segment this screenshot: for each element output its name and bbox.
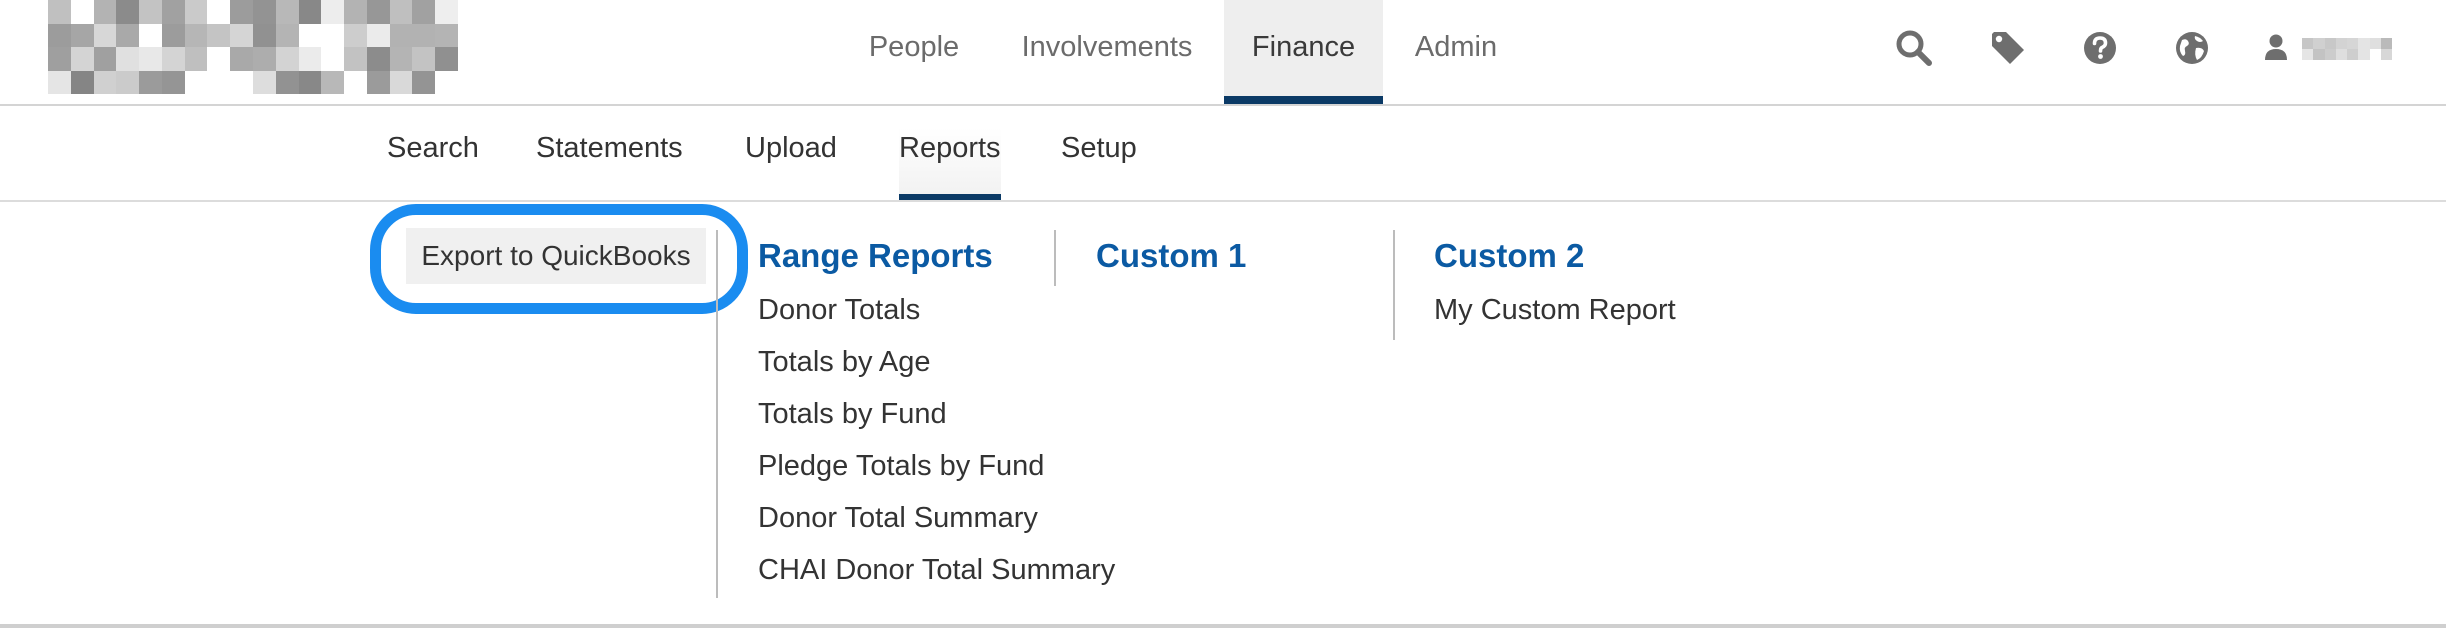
report-link-pledge-totals-by-fund[interactable]: Pledge Totals by Fund (758, 440, 1115, 492)
tag-icon[interactable] (1988, 28, 2028, 68)
help-icon[interactable] (2080, 28, 2120, 68)
report-link-donor-total-summary[interactable]: Donor Total Summary (758, 492, 1115, 544)
custom-2-column: Custom 2 My Custom Report (1434, 228, 1676, 336)
main-nav-involvements[interactable]: Involvements (1000, 0, 1214, 104)
export-to-quickbooks-button[interactable]: Export to QuickBooks (406, 228, 706, 284)
report-link-totals-by-age[interactable]: Totals by Age (758, 336, 1115, 388)
custom-1-column: Custom 1 (1096, 228, 1246, 284)
subnav-reports[interactable]: Reports (899, 128, 1001, 200)
subnav-statements[interactable]: Statements (536, 128, 683, 200)
subnav-search[interactable]: Search (387, 128, 479, 200)
report-link-totals-by-fund[interactable]: Totals by Fund (758, 388, 1115, 440)
main-nav-admin[interactable]: Admin (1402, 0, 1510, 104)
custom-1-heading[interactable]: Custom 1 (1096, 228, 1246, 284)
finance-sub-nav: Search Statements Upload Reports Setup (0, 106, 2446, 202)
range-reports-column: Range Reports Donor Totals Totals by Age… (758, 228, 1115, 596)
main-nav-finance[interactable]: Finance (1224, 0, 1383, 104)
main-nav-people[interactable]: People (848, 0, 980, 104)
report-link-chai-donor-total-summary[interactable]: CHAI Donor Total Summary (758, 544, 1115, 596)
user-name-blurred[interactable] (2302, 38, 2392, 60)
range-reports-heading[interactable]: Range Reports (758, 228, 1115, 284)
reports-dropdown-panel: Export to QuickBooks Range Reports Donor… (0, 202, 2446, 624)
report-link-my-custom-report[interactable]: My Custom Report (1434, 284, 1676, 336)
organization-logo[interactable] (48, 0, 458, 94)
globe-icon[interactable] (2172, 28, 2212, 68)
subnav-setup[interactable]: Setup (1061, 128, 1137, 200)
column-divider (1393, 230, 1395, 340)
app-page: People Involvements Finance Admin Search… (0, 0, 2446, 628)
bottom-border (0, 624, 2446, 628)
user-icon[interactable] (2260, 28, 2292, 68)
subnav-upload[interactable]: Upload (745, 128, 837, 200)
custom-2-heading[interactable]: Custom 2 (1434, 228, 1676, 284)
top-navbar: People Involvements Finance Admin (0, 0, 2446, 106)
report-link-donor-totals[interactable]: Donor Totals (758, 284, 1115, 336)
column-divider (716, 230, 718, 598)
search-icon[interactable] (1894, 28, 1934, 68)
